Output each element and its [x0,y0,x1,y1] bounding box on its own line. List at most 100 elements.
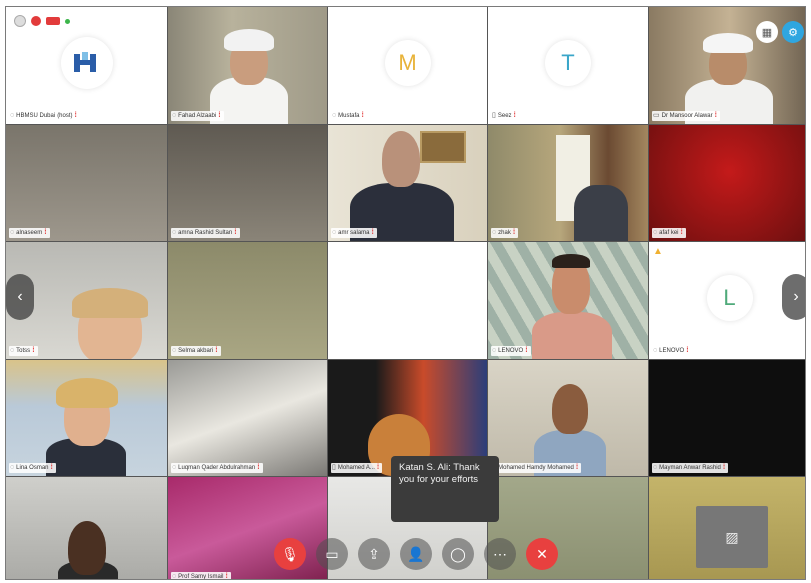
next-page-button[interactable]: › [782,274,805,320]
camera-off-icon: ▭ [325,545,339,562]
person-hair [56,378,118,408]
participant-tile-seez[interactable]: T ▯ Seez ⁞ [488,7,648,124]
mic-muted-icon: ⁞ [512,229,516,236]
participant-tile-afaf[interactable]: ◌ afaf kei ⁞ [649,125,805,241]
participant-tile-fahad[interactable]: ◌ Fahad Alzaabi ⁞ [168,7,327,124]
participant-tile-mayman[interactable]: ◌ Mayman Anwar Rashid ⁞ [649,360,805,476]
mic-icon: ◌ [172,464,177,471]
mic-icon: ◌ [332,229,337,236]
status-dot-icon [65,18,70,24]
mic-icon: ◌ [492,229,497,236]
participant-tile-amr[interactable]: ◌ amr salama ⁞ [328,125,487,241]
mic-muted-icon: ⁞ [513,112,516,119]
leave-button[interactable]: ✕ [526,538,558,570]
mic-muted-icon: ⁞ [74,112,77,119]
mic-icon: ◌ [10,112,15,119]
participants-icon: 👤 [407,545,425,562]
avatar: T [545,40,591,87]
more-icon: ⋯ [493,545,507,562]
participant-tile-amna[interactable]: ◌ amna Rashid Sultan ⁞ [168,125,327,241]
mic-icon: ◌ [172,229,177,236]
participant-tile-mohamed-hamdy[interactable]: ◌Mohamed Hamdy Mohamed⁞ [488,360,648,476]
more-button[interactable]: ⋯ [484,538,516,570]
mic-muted-icon: ⁞ [218,112,221,119]
previous-page-button[interactable]: ‹ [6,274,34,320]
participant-label: ◌ LENOVO ⁞ [491,346,531,356]
mic-icon: ◌ [172,347,177,354]
mic-muted-icon: ⁞ [32,347,35,354]
person-body [532,312,612,359]
mic-muted-icon: ⁞ [225,573,228,580]
participant-tile-selma[interactable]: ◌ Selma akbari ⁞ [168,242,327,359]
settings-icon[interactable]: ⚙ [782,21,804,43]
participant-tile-alnaseem[interactable]: ◌ alnaseem ⁞ [6,125,167,241]
participant-label: ◌ Mayman Anwar Rashid ⁞ [652,463,729,473]
share-button[interactable]: ⇪ [358,538,390,570]
phone-icon: ▯ [332,464,336,471]
mic-icon: ◌ [10,464,15,471]
minimize-icon[interactable] [14,15,26,27]
mic-muted-icon: ⁞ [257,464,260,471]
camera-button[interactable]: ▭ [316,538,348,570]
mic-muted-icon: ⁞ [44,229,47,236]
person-face [68,521,106,575]
wall-picture [420,131,466,163]
participant-tile-mansoor[interactable]: ▦ ⚙ ▭ Dr Mansoor Alawar ⁞ [649,7,805,124]
mic-muted-icon: ⁞ [722,464,726,471]
phone-icon: ▯ [492,112,496,119]
participant-tile-luqman[interactable]: ◌ Luqman Qader Abdulrahman ⁞ [168,360,327,476]
participant-tile-hbmsu[interactable]: ◌ HBMSU Dubai (host) ⁞ [6,7,167,124]
participant-tile-lenovo-2[interactable]: ▲ L › ◌ LENOVO ⁞ [649,242,805,359]
participant-label: ▯ Mohamed A... ⁞ [331,463,383,473]
mic-muted-icon: ⁞ [361,112,364,119]
participant-label: ◌ zhak ⁞ [491,228,519,238]
participant-label: ▯ Seez ⁞ [491,111,519,121]
mic-icon: ◌ [653,347,658,354]
mic-icon: ◌ [10,229,15,236]
participant-tile-zhak[interactable]: ◌ zhak ⁞ [488,125,648,241]
participant-label: ▭ Dr Mansoor Alawar ⁞ [652,111,720,121]
meeting-toolbar: 🎙 ▭ ⇪ 👤 ◯ ⋯ ✕ [274,538,558,570]
chat-notification[interactable]: Katan S. Ali: Thank you for your efforts [391,456,499,522]
participant-label: ◌ Luqman Qader Abdulrahman ⁞ [171,463,263,473]
participant-tile-lina[interactable]: ◌ Lina Osman ⁞ [6,360,167,476]
mic-icon: ◌ [10,347,15,354]
participant-label: ◌ alnaseem ⁞ [9,228,50,238]
participant-tile-mustafa[interactable]: M ◌ Mustafa ⁞ [328,7,487,124]
participant-tile-totss[interactable]: ‹ ◌ Totss ⁞ [6,242,167,359]
participant-label: ◌ LENOVO ⁞ [652,346,692,356]
mic-muted-icon: ⁞ [234,229,237,236]
grid-view-icon[interactable]: ▦ [756,21,778,43]
participant-label: ◌ amna Rashid Sultan ⁞ [171,228,240,238]
chat-message-text: Katan S. Ali: Thank you for your efforts [399,462,480,485]
participant-tile-row5-1[interactable] [6,477,167,579]
participant-tile-empty [328,242,487,359]
warning-icon: ▲ [653,246,663,257]
mic-icon: ◌ [172,573,177,580]
person-headwear [224,29,274,51]
person-hair [552,254,590,268]
self-view-camera-off[interactable]: ▨ [696,506,768,568]
person-face [382,131,420,187]
camera-off-icon: ▨ [725,528,739,545]
mic-icon: ◌ [492,347,497,354]
person-hair [72,288,148,318]
mic-muted-icon: ⁞ [686,347,689,354]
mic-icon: ◌ [653,229,658,236]
mic-muted-icon: ⁞ [50,464,53,471]
participants-button[interactable]: 👤 [400,538,432,570]
participant-label: ◌ Fahad Alzaabi ⁞ [171,111,224,121]
person-body [574,185,628,241]
participant-label: ◌ Prof Samy Ismail ⁞ [171,572,231,580]
mic-muted-icon: ⁞ [215,347,218,354]
mic-muted-icon: ⁞ [525,347,528,354]
participant-tile-lenovo-1[interactable]: ◌ LENOVO ⁞ [488,242,648,359]
participant-label: ◌ Selma akbari ⁞ [171,346,221,356]
participant-label: ◌Mohamed Hamdy Mohamed⁞ [491,463,582,473]
person-face [552,384,588,434]
mic-button[interactable]: 🎙 [274,538,306,570]
record-indicator-icon [31,16,41,26]
mic-icon: ◌ [172,112,177,119]
mic-muted-icon: ⁞ [680,229,683,236]
chat-button[interactable]: ◯ [442,538,474,570]
